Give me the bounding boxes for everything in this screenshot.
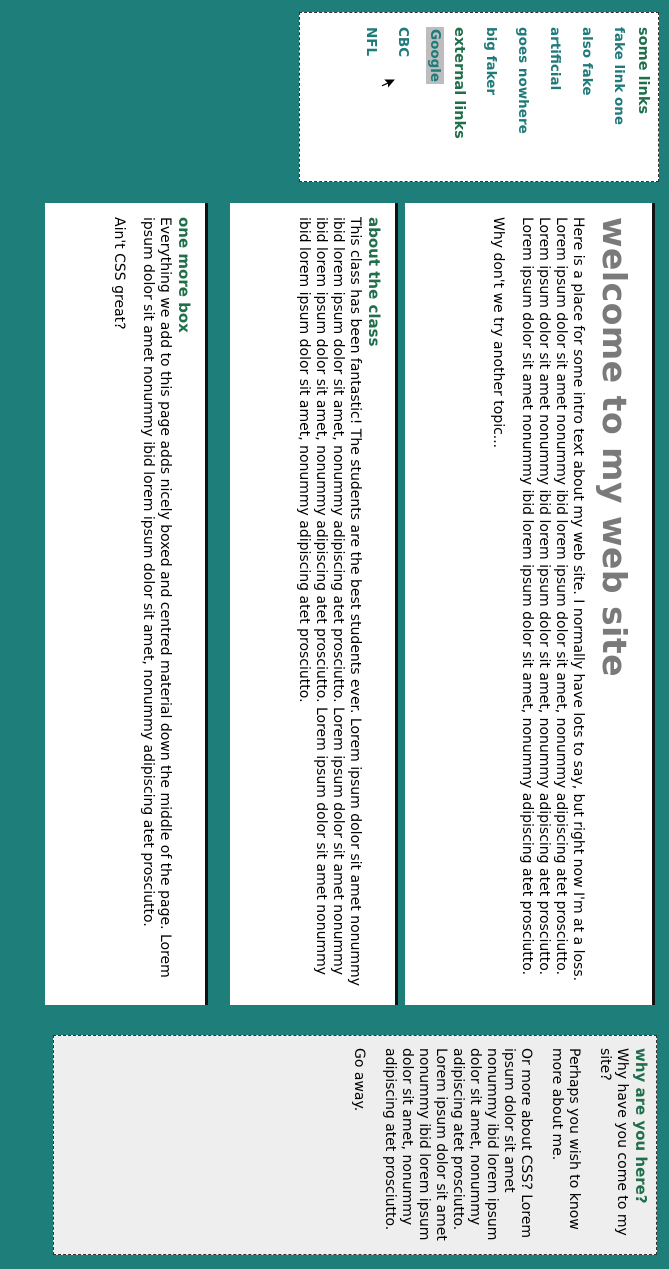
nav-heading-external-links: external links [451, 27, 467, 139]
nav-link-cbc[interactable]: CBC [394, 27, 412, 167]
nav-link-fake-link-one[interactable]: fake link one [610, 27, 628, 167]
welcome-box: welcome to my web site Here is a place f… [405, 203, 655, 1005]
one-more-box-heading: one more box [175, 217, 193, 333]
why-here-heading: why are you here? [632, 1048, 650, 1204]
nav-link-nfl[interactable]: NFL [362, 27, 380, 167]
welcome-intro-text: Here is a place for some intro text abou… [519, 217, 586, 982]
about-class-heading: about the class [365, 217, 383, 347]
one-more-box-text: Everything we add to this page adds nice… [140, 217, 173, 978]
why-here-text-3: Or more about CSS? Lorem ipsum dolor sit… [382, 1048, 534, 1241]
welcome-followup-text: Why don't we try another topic... [490, 217, 506, 449]
why-here-text-4: Go away. [351, 1048, 367, 1112]
sidebar-nav: some links fake link one also fake artif… [299, 12, 659, 182]
page-title: welcome to my web site [595, 217, 634, 678]
nav-link-also-fake[interactable]: also fake [578, 27, 596, 167]
page-canvas: some links fake link one also fake artif… [0, 0, 669, 1269]
nav-link-big-faker[interactable]: big faker [482, 27, 500, 167]
about-class-text: This class has been fantastic! The stude… [296, 217, 363, 986]
why-here-text-2: Perhaps you wish to know more about me. [549, 1048, 582, 1230]
why-here-text-1: Why have you come to my site? [597, 1048, 630, 1236]
one-more-box: one more box Everything we add to this p… [45, 203, 208, 1005]
about-class-box: about the class This class has been fant… [230, 203, 398, 1005]
nav-link-google[interactable]: Google [426, 27, 444, 85]
nav-group-some-links: some links fake link one also fake artif… [482, 27, 652, 167]
nav-heading-some-links: some links [635, 27, 651, 115]
one-more-box-closing: Ain't CSS great? [111, 217, 127, 330]
mouse-pointer-icon [380, 78, 397, 91]
why-here-sidebar: why are you here? Why have you come to m… [53, 1035, 657, 1255]
nav-link-artificial[interactable]: artificial [546, 27, 564, 167]
nav-link-goes-nowhere[interactable]: goes nowhere [514, 27, 532, 167]
nav-group-external-links: external links Google CBC NFL [362, 27, 468, 167]
